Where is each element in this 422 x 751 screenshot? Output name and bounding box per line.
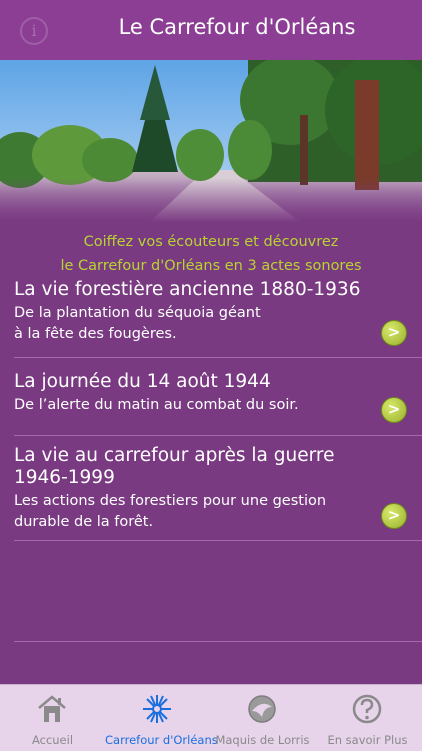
- starburst-icon: [143, 695, 171, 723]
- item-title: La vie forestière ancienne 1880-1936: [14, 279, 361, 300]
- item-subtitle-line-1: De l’alerte du matin au combat du soir.: [14, 397, 299, 413]
- item-title: La vie au carrefour après la guerre 1946…: [14, 445, 422, 489]
- chevron-right-icon[interactable]: >: [381, 320, 407, 346]
- tab-bar: Accueil Carrefour d'Orléans Maquis de Lo…: [0, 684, 422, 751]
- tab-carrefour-orleans[interactable]: Carrefour d'Orléans: [105, 685, 218, 751]
- tab-label: Accueil: [31, 733, 74, 747]
- divider: [14, 540, 422, 541]
- tab-accueil[interactable]: Accueil: [0, 685, 105, 751]
- divider: [14, 357, 422, 358]
- tab-label: Carrefour d'Orléans: [105, 733, 218, 747]
- header-bar: i Le Carrefour d'Orléans: [0, 0, 422, 60]
- item-subtitle: De l’alerte du matin au combat du soir.: [14, 395, 422, 416]
- divider: [14, 641, 422, 642]
- tab-maquis-lorris[interactable]: Maquis de Lorris: [210, 685, 315, 751]
- item-subtitle: De la plantation du séquoia géant à la f…: [14, 303, 422, 345]
- house-icon: [38, 695, 66, 722]
- chevron-right-icon[interactable]: >: [381, 397, 407, 423]
- intro-line-1: Coiffez vos écouteurs et découvrez: [83, 234, 339, 250]
- emblem-icon: [248, 695, 276, 723]
- divider: [14, 435, 422, 436]
- item-subtitle-line-1: Les actions des forestiers pour une gest…: [14, 493, 327, 509]
- page-title: Le Carrefour d'Orléans: [118, 15, 356, 39]
- item-title-line-1: La vie au carrefour après la guerre: [14, 445, 335, 466]
- list-item-apres-guerre[interactable]: La vie au carrefour après la guerre 1946…: [14, 445, 422, 533]
- list-item-vie-forestiere[interactable]: La vie forestière ancienne 1880-1936 De …: [14, 279, 422, 345]
- hero-fade: [0, 178, 422, 222]
- hero-photo: [0, 60, 422, 222]
- tab-en-savoir-plus[interactable]: En savoir Plus: [315, 685, 420, 751]
- item-subtitle-line-2: durable de la forêt.: [14, 514, 154, 530]
- item-subtitle-line-1: De la plantation du séquoia géant: [14, 305, 261, 321]
- intro-text: Coiffez vos écouteurs et découvrez le Ca…: [0, 230, 422, 278]
- item-title-line-2: 1946-1999: [14, 467, 115, 488]
- intro-line-2: le Carrefour d'Orléans en 3 actes sonore…: [60, 258, 362, 274]
- chevron-right-icon[interactable]: >: [381, 503, 407, 529]
- item-subtitle-line-2: à la fête des fougères.: [14, 326, 177, 342]
- info-icon[interactable]: i: [20, 17, 48, 45]
- tab-label: Maquis de Lorris: [215, 733, 310, 747]
- tab-label: En savoir Plus: [327, 733, 408, 747]
- item-subtitle: Les actions des forestiers pour une gest…: [14, 491, 422, 533]
- item-title: La journée du 14 août 1944: [14, 371, 271, 392]
- list-item-journee-1944[interactable]: La journée du 14 août 1944 De l’alerte d…: [14, 371, 422, 416]
- question-icon: [352, 694, 382, 724]
